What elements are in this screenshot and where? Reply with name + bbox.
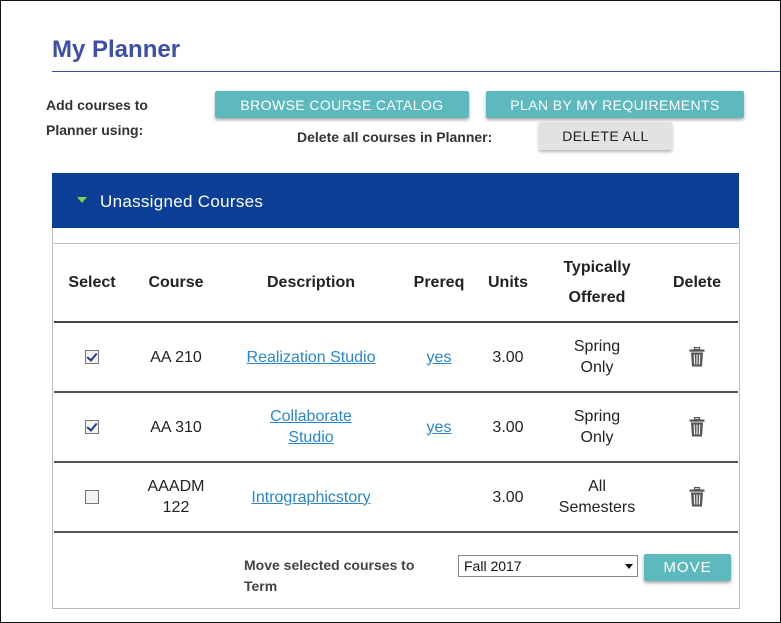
move-button[interactable]: MOVE [644, 554, 731, 581]
course-description: Realization Studio [222, 322, 400, 393]
move-courses-label: Move selected courses to Term [244, 557, 415, 594]
panel-title: Unassigned Courses [100, 192, 264, 211]
prereq-link[interactable]: yes [427, 419, 452, 436]
course-code-line2: 122 [162, 499, 190, 516]
course-description: Collaborate Studio [222, 392, 400, 463]
prereq-link[interactable]: yes [427, 349, 452, 366]
course-description-link[interactable]: Intrographicstory [222, 487, 400, 508]
offered-line2: Semesters [558, 499, 636, 516]
course-units: 3.00 [478, 392, 538, 463]
description-line1[interactable]: Collaborate [222, 406, 400, 427]
course-code-line1: AAADM [147, 478, 205, 495]
trash-icon[interactable] [689, 347, 705, 367]
row-select-checkbox[interactable] [85, 420, 99, 435]
table-row: AAADM 122 Intrographicstory 3.00 All Sem… [54, 462, 738, 533]
typically-offered: Spring Only [538, 392, 656, 463]
trash-icon[interactable] [689, 487, 705, 507]
delete-all-button[interactable]: DELETE ALL [539, 122, 672, 150]
trash-icon[interactable] [689, 417, 705, 437]
header-offered-line2: Offered [568, 288, 626, 306]
offered-line1: Spring [573, 338, 621, 355]
description-line2[interactable]: Studio [222, 427, 400, 448]
offered-line1: All [588, 478, 606, 495]
typically-offered: Spring Only [538, 322, 656, 393]
term-select[interactable]: Fall 2017 [458, 555, 638, 577]
course-units: 3.00 [478, 462, 538, 533]
courses-table: Select Course Description Prereq Units T… [54, 243, 738, 533]
unassigned-courses-header[interactable]: Unassigned Courses [52, 173, 739, 228]
header-typically-offered: Typically Offered [538, 243, 656, 323]
course-code-line1: AA 210 [150, 348, 202, 366]
header-prereq: Prereq [400, 243, 478, 323]
description-line1[interactable]: Intrographicstory [222, 487, 400, 508]
add-courses-label: Add courses to Planner using: [46, 97, 148, 138]
plan-by-requirements-button[interactable]: PLAN BY MY REQUIREMENTS [486, 91, 744, 118]
course-description-link[interactable]: Collaborate Studio [222, 406, 400, 448]
course-code: AAADM 122 [130, 462, 222, 533]
title-divider [52, 71, 780, 72]
row-select-checkbox[interactable] [85, 490, 99, 505]
planner-frame: My Planner Add courses to Planner using:… [0, 0, 781, 623]
row-select-checkbox[interactable] [85, 350, 99, 365]
triangle-down-icon[interactable] [77, 197, 87, 203]
term-select-value[interactable]: Fall 2017 [464, 558, 522, 574]
course-code: AA 310 [130, 392, 222, 463]
course-code-line1: AA 310 [150, 418, 202, 436]
table-header-row: Select Course Description Prereq Units T… [54, 243, 738, 323]
page-title: My Planner [52, 36, 181, 63]
table-row: AA 310 Collaborate Studio yes 3.00 Sprin… [54, 392, 738, 463]
header-description: Description [222, 243, 400, 323]
header-course: Course [130, 243, 222, 323]
header-delete: Delete [656, 243, 738, 323]
delete-all-prompt: Delete all courses in Planner: [297, 129, 493, 145]
typically-offered: All Semesters [538, 462, 656, 533]
course-code: AA 210 [130, 322, 222, 393]
offered-line2: Only [580, 359, 614, 376]
course-description: Intrographicstory [222, 462, 400, 533]
course-description-link[interactable]: Realization Studio [222, 347, 400, 368]
description-line1[interactable]: Realization Studio [222, 347, 400, 368]
header-select: Select [54, 243, 130, 323]
table-row: AA 210 Realization Studio yes 3.00 Sprin… [54, 322, 738, 393]
offered-line2: Only [580, 429, 614, 446]
course-units: 3.00 [478, 322, 538, 393]
header-units: Units [478, 243, 538, 323]
browse-course-catalog-button[interactable]: BROWSE COURSE CATALOG [215, 91, 469, 118]
offered-line1: Spring [573, 408, 621, 425]
chevron-down-icon[interactable] [625, 564, 633, 569]
header-offered-line1: Typically [563, 258, 631, 276]
